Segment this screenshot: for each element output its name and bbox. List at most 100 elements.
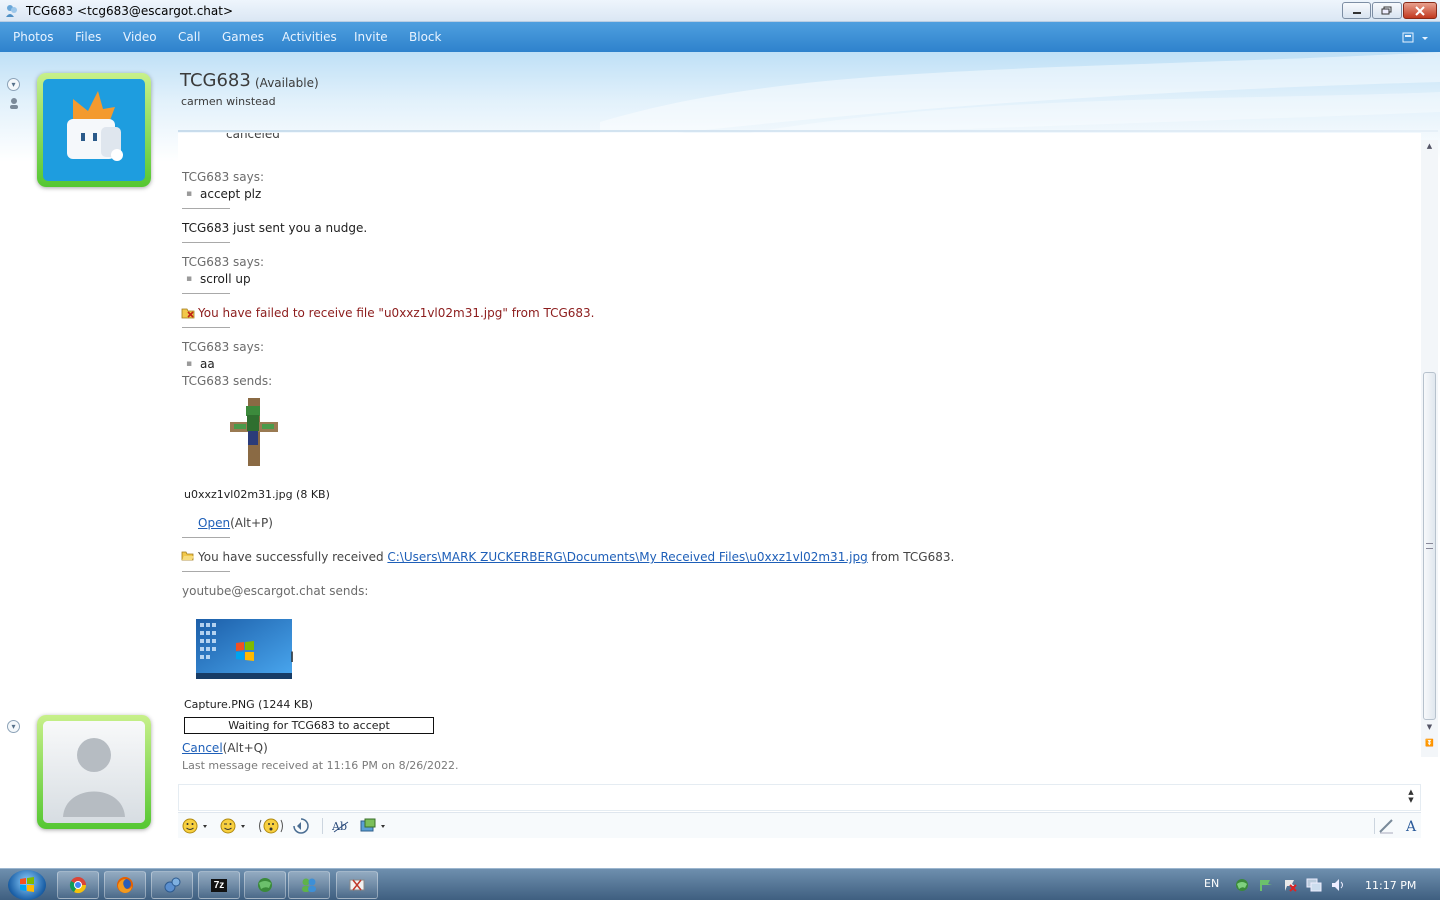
svg-text:A: A <box>1405 819 1417 834</box>
bullet: ▪ <box>186 274 193 284</box>
tray-network-icon[interactable] <box>1306 878 1322 892</box>
scroll-grip <box>1426 543 1433 549</box>
success-suffix: from TCG683. <box>867 550 955 564</box>
taskbar-messenger[interactable] <box>288 871 330 899</box>
minimize-icon <box>1352 11 1361 14</box>
open-shortcut: (Alt+P) <box>230 516 273 530</box>
toolbar-divider <box>1374 818 1375 834</box>
voice-clip-button[interactable] <box>292 817 310 835</box>
conversation-history[interactable]: canceled TCG683 says: ▪ accept plz TCG68… <box>178 133 1421 780</box>
message-header: TCG683 says: <box>182 340 265 354</box>
contact-avatar[interactable] <box>37 73 151 187</box>
taskbar-snipping[interactable] <box>336 871 378 899</box>
scroll-up-button[interactable]: ▲ <box>1421 142 1438 154</box>
language-indicator[interactable]: EN <box>1204 877 1219 890</box>
my-avatar[interactable] <box>37 715 151 829</box>
close-button[interactable] <box>1403 2 1437 19</box>
file-sends-header: youtube@escargot.chat sends: <box>182 584 369 598</box>
taskbar-network-app[interactable] <box>244 871 286 899</box>
tray-volume-icon[interactable] <box>1330 878 1346 892</box>
bullet: ▪ <box>186 359 193 369</box>
tray-globe-icon[interactable] <box>1234 878 1250 892</box>
contact-status: (Available) <box>255 76 319 90</box>
handwriting-button[interactable]: Ab <box>332 817 350 835</box>
menu-video[interactable]: Video <box>123 30 157 44</box>
cancel-shortcut: (Alt+Q) <box>222 741 268 755</box>
open-file: Open(Alt+P) <box>198 516 273 530</box>
7zip-icon: 7z <box>210 878 228 892</box>
menu-block[interactable]: Block <box>409 30 441 44</box>
separator <box>182 327 230 328</box>
separator <box>182 571 230 572</box>
menu-invite[interactable]: Invite <box>354 30 388 44</box>
scroll-to-end-button[interactable]: ⏬ <box>1421 739 1438 751</box>
background-button[interactable] <box>360 817 388 835</box>
messenger-icon <box>6 5 17 17</box>
menu-call[interactable]: Call <box>178 30 200 44</box>
nudge-button[interactable] <box>258 817 284 835</box>
cancel-file: Cancel(Alt+Q) <box>182 741 268 755</box>
taskbar-7zip[interactable]: 7z <box>198 871 240 899</box>
separator <box>182 242 230 243</box>
taskbar-chrome[interactable] <box>57 871 99 899</box>
tray-flag-icon[interactable] <box>1258 878 1274 892</box>
collapse-top-button[interactable]: ▾ <box>7 78 20 91</box>
taskbar-control-panel[interactable] <box>151 871 193 899</box>
separator <box>182 537 230 538</box>
menu-files[interactable]: Files <box>75 30 101 44</box>
wink-button[interactable] <box>220 817 246 835</box>
open-file-link[interactable]: Open <box>198 516 230 530</box>
contact-card-icon[interactable] <box>8 96 20 110</box>
clock[interactable]: 11:17 PM <box>1365 879 1416 892</box>
menu-activities[interactable]: Activities <box>282 30 337 44</box>
firefox-icon <box>117 877 133 893</box>
toolbar-divider <box>322 818 323 834</box>
file-name: Capture.PNG (1244 KB) <box>184 698 313 711</box>
default-user-icon <box>43 721 145 823</box>
taskbar: 7z EN 11:17 PM <box>0 868 1440 900</box>
nudge-icon <box>259 818 283 834</box>
menu-photos[interactable]: Photos <box>13 30 53 44</box>
font-button[interactable]: A <box>1404 817 1420 835</box>
taskbar-firefox[interactable] <box>104 871 146 899</box>
menu-games[interactable]: Games <box>222 30 264 44</box>
message-text: aa <box>200 357 215 371</box>
file-name: u0xxz1vl02m31.jpg (8 KB) <box>184 488 330 501</box>
menu-bar: Photos Files Video Call Games Activities… <box>0 22 1440 52</box>
header-decoration <box>600 52 1440 142</box>
chrome-icon <box>69 877 87 894</box>
message-input[interactable] <box>178 784 1421 811</box>
restore-button[interactable] <box>1372 2 1402 19</box>
collapse-bottom-button[interactable]: ▾ <box>7 720 20 733</box>
input-resize-icon[interactable]: ▲ ▼ <box>1404 788 1418 806</box>
header-divider <box>178 130 1438 132</box>
scroll-thumb[interactable] <box>1423 372 1436 720</box>
window-title: TCG683 <tcg683@escargot.chat> <box>26 4 234 18</box>
tray-action-center-icon[interactable] <box>1282 878 1298 892</box>
message-header: TCG683 says: <box>182 255 265 269</box>
windows-logo-icon <box>20 877 34 892</box>
messenger-people-icon <box>302 878 316 892</box>
spellcheck-icon: Ab <box>332 820 349 833</box>
close-icon <box>1415 5 1425 16</box>
conversation-scrollbar[interactable]: ▲ ▼ ⏬ <box>1421 140 1438 757</box>
folder-open-icon <box>181 551 194 561</box>
options-menu-icon[interactable] <box>1402 31 1432 45</box>
ink-button[interactable] <box>1378 817 1394 835</box>
outgoing-file-thumbnail[interactable] <box>196 619 292 679</box>
transfer-status-box: Waiting for TCG683 to accept <box>184 717 434 734</box>
start-button[interactable] <box>8 870 46 900</box>
pen-icon <box>1379 819 1393 834</box>
cancel-transfer-link[interactable]: Cancel <box>182 741 223 755</box>
wink-icon <box>220 818 245 834</box>
received-file-thumbnail[interactable] <box>230 398 278 466</box>
robot-avatar-icon <box>43 79 145 181</box>
separator <box>182 293 230 294</box>
separator <box>182 208 230 209</box>
scroll-down-button[interactable]: ▼ <box>1421 723 1438 735</box>
emoticon-button[interactable] <box>182 817 208 835</box>
received-file-path-link[interactable]: C:\Users\MARK ZUCKERBERG\Documents\My Re… <box>387 550 867 564</box>
minimize-button[interactable] <box>1342 2 1371 19</box>
message-text: accept plz <box>200 187 262 201</box>
bullet: ▪ <box>186 189 193 199</box>
